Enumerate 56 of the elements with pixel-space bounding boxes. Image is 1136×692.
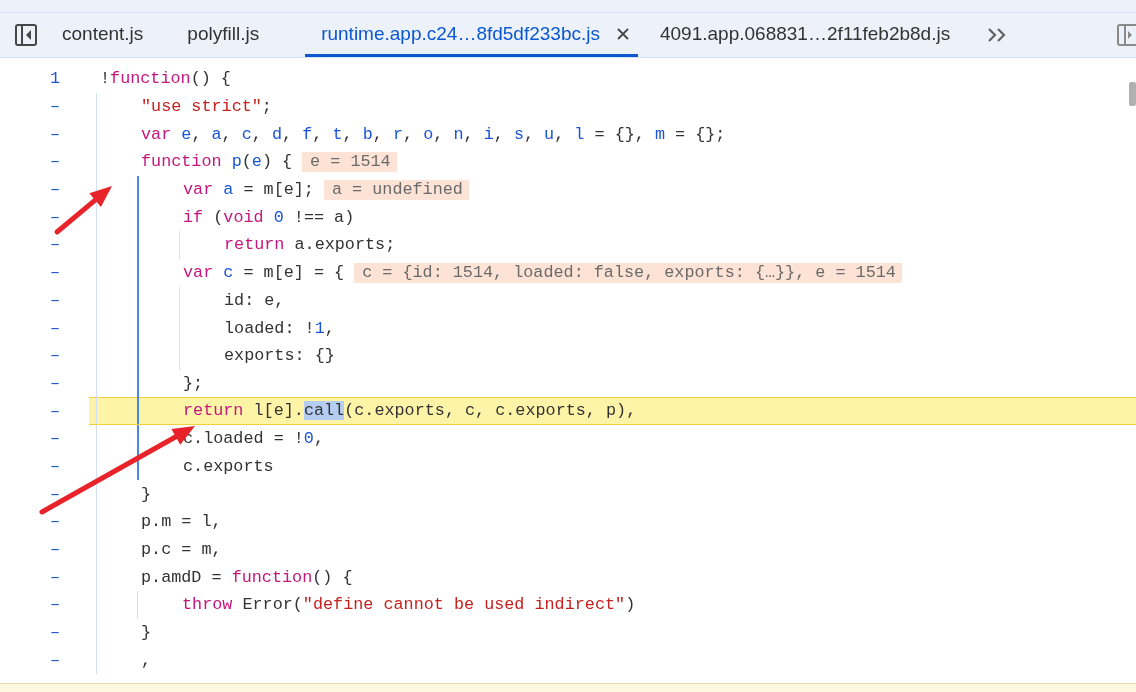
panel-toggle-icon[interactable] [1116,23,1136,47]
line-number: – [49,263,62,283]
line-number: – [49,484,62,504]
code-text: loaded: !1, [224,317,335,340]
line-number: – [49,124,62,144]
code-text: var a = m[e]; [183,179,314,202]
line-number: – [49,401,62,421]
code-text: return a.exports; [224,234,396,257]
file-tab[interactable]: polyfill.js [165,13,306,57]
line-number: – [49,235,62,255]
code-text: if (void 0 !== a) [183,206,355,229]
code-text: exports: {} [224,345,335,368]
close-icon[interactable] [616,26,630,41]
annotation-arrow [54,186,112,235]
line-number: – [49,429,62,449]
line-number: – [49,650,62,670]
code-text: }; [183,372,204,395]
line-number: – [49,97,62,117]
inline-value: c = {id: 1514, loaded: false, exports: {…}}, e = 1514 [354,262,902,283]
line-number: – [49,318,62,338]
code-text: throw Error("define cannot be used indirect") [182,594,636,617]
code-text: p.m = l, [141,511,222,534]
line-number: – [49,346,62,366]
code-text: function p(e) { [141,151,293,174]
line-number: – [49,152,62,172]
sidebar-toggle-icon[interactable] [14,23,38,47]
code-text: p.c = m, [141,539,222,562]
inline-value: a = undefined [323,179,469,200]
line-number: – [49,180,62,200]
line-number: – [49,567,62,587]
code-text: c.loaded = !0, [183,428,324,451]
scrollbar-thumb[interactable] [1129,82,1136,106]
code-text: c.exports [183,455,274,478]
code-text: var e, a, c, d, f, t, b, r, o, n, i, s, u, l = {}, m = {}; [141,123,726,146]
line-number: – [49,623,62,643]
file-tab[interactable]: content.js [40,13,166,57]
inline-value: e = 1514 [302,151,397,172]
line-number: – [49,512,62,532]
line-number: – [49,595,62,615]
code-text: , [141,649,152,672]
line-number: – [49,540,62,560]
code-text: return l[e].call(c.exports, c, c.exports, p), [183,400,637,423]
line-number: – [49,290,62,310]
code-text: } [141,483,152,506]
line-number: 1 [49,69,62,89]
code-text: id: e, [224,289,285,312]
code-text: "use strict"; [141,96,272,119]
code-text: var c = m[e] = { [183,262,345,285]
line-number: – [49,207,62,227]
line-number: – [49,373,62,393]
code-text: } [141,622,152,645]
code-text: p.amdD = function() { [141,566,353,589]
file-tab[interactable]: 4091.app.068831…2f11feb2b8d.js [638,13,973,57]
code-text: !function() { [100,68,231,91]
file-tab[interactable]: runtime.app.c24…8fd5df233bc.js [305,13,638,57]
line-number: – [49,456,62,476]
